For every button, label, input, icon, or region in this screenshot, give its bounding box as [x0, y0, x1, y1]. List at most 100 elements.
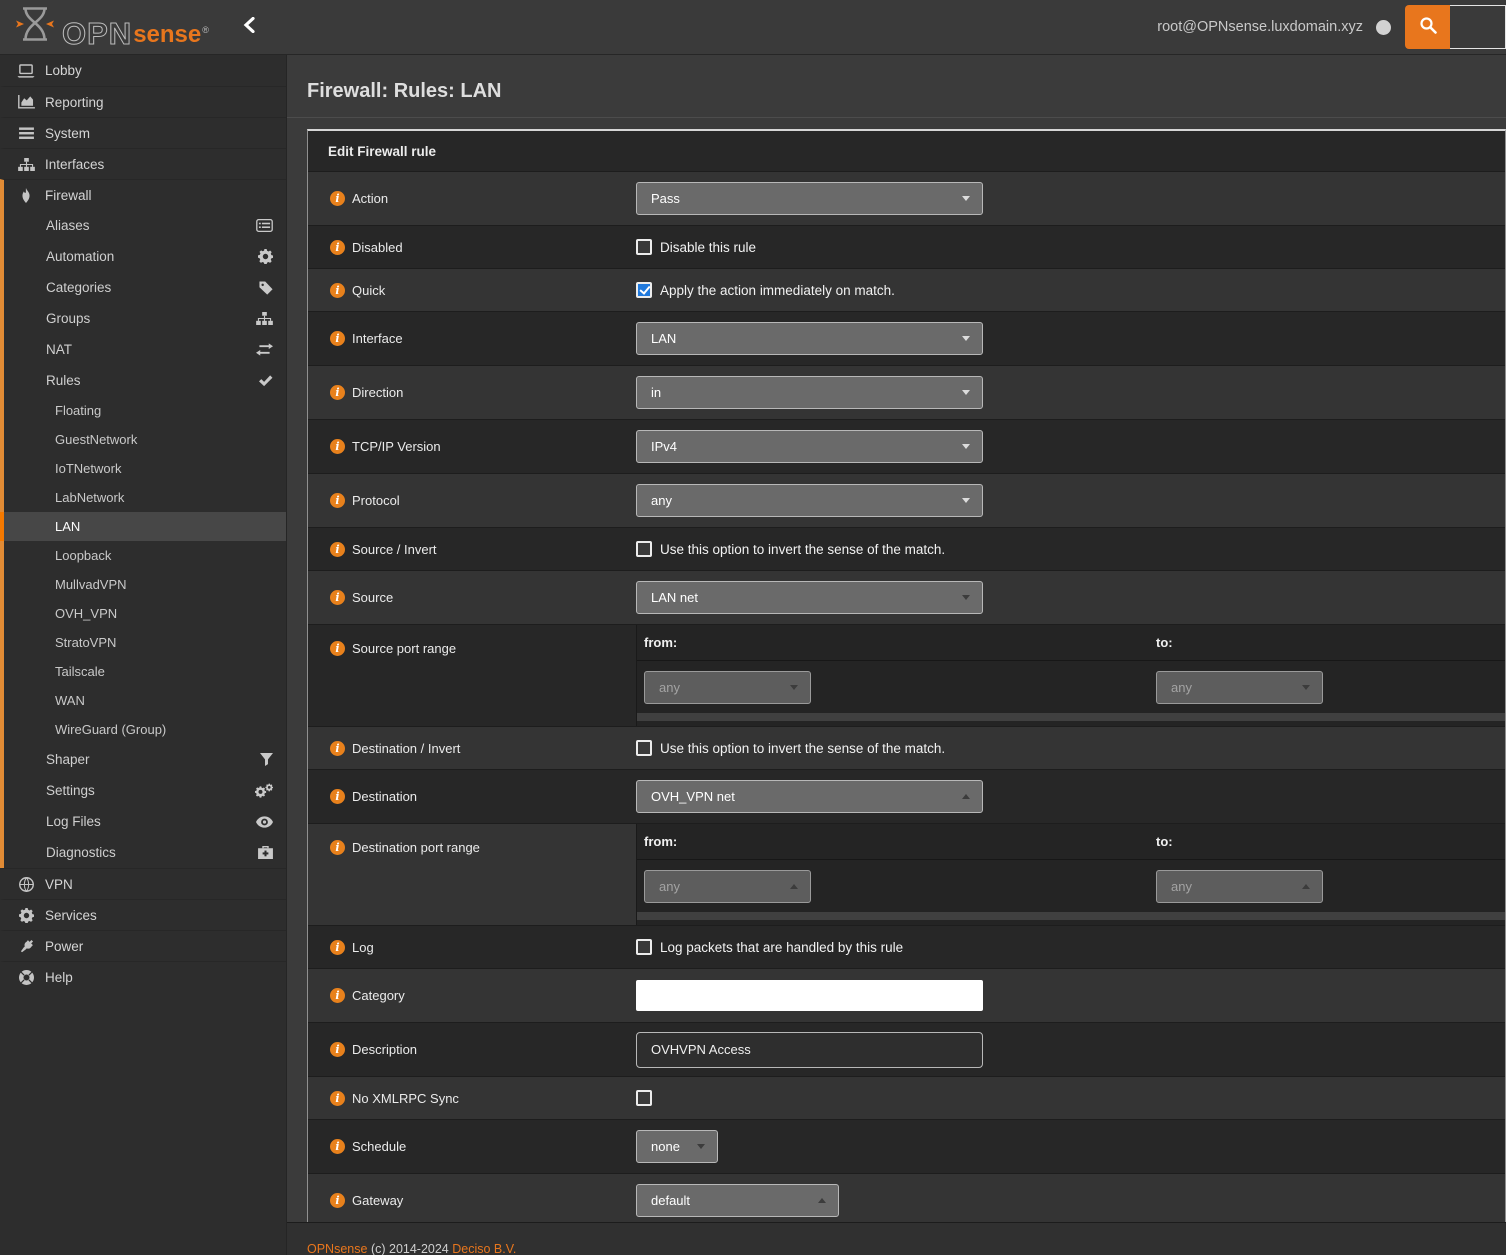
info-icon[interactable]	[330, 191, 345, 206]
sidebar-item-guestnetwork[interactable]: GuestNetwork	[0, 425, 286, 454]
info-icon[interactable]	[330, 590, 345, 605]
sidebar-item-label: Diagnostics	[46, 845, 116, 860]
sidebar-item-mullvadvpn[interactable]: MullvadVPN	[0, 570, 286, 599]
info-icon[interactable]	[330, 385, 345, 400]
no-xmlrpc-checkbox[interactable]	[636, 1090, 652, 1106]
sidebar-item-interfaces[interactable]: Interfaces	[0, 148, 286, 179]
exchange-icon	[256, 343, 273, 356]
source-port-table: from: to: any any	[636, 625, 1505, 726]
sidebar-item-power[interactable]: Power	[0, 930, 286, 961]
sidebar-item-label: Help	[45, 970, 73, 985]
sidebar-item-lobby[interactable]: Lobby	[0, 55, 286, 86]
info-icon[interactable]	[330, 789, 345, 804]
logged-in-user[interactable]: root@OPNsense.luxdomain.xyz	[1157, 19, 1363, 35]
sidebar-item-firewall[interactable]: Firewall	[0, 179, 286, 210]
chevron-down-icon	[962, 390, 970, 395]
sidebar-item-system[interactable]: System	[0, 117, 286, 148]
destination-invert-checkbox[interactable]	[636, 740, 652, 756]
info-icon[interactable]	[330, 940, 345, 955]
source-select[interactable]: LAN net	[636, 581, 983, 614]
chevron-down-icon	[697, 1144, 705, 1149]
description-input[interactable]	[636, 1032, 983, 1068]
chevron-down-icon	[962, 498, 970, 503]
form-row-source-port-range: Source port range from: to: any any	[308, 625, 1505, 727]
opnsense-footer-link[interactable]: OPNsense	[307, 1242, 367, 1255]
sidebar-item-ovh-vpn[interactable]: OVH_VPN	[0, 599, 286, 628]
sidebar-item-shaper[interactable]: Shaper	[0, 744, 286, 775]
info-icon[interactable]	[330, 741, 345, 756]
opnsense-logo[interactable]: OPNsense®	[0, 6, 209, 49]
sidebar-item-categories[interactable]: Categories	[0, 272, 286, 303]
horizontal-scrollbar[interactable]	[637, 912, 1505, 920]
direction-select[interactable]: in	[636, 376, 983, 409]
interface-select[interactable]: LAN	[636, 322, 983, 355]
search-button[interactable]	[1405, 5, 1450, 49]
schedule-select[interactable]: none	[636, 1130, 718, 1163]
info-icon[interactable]	[330, 1091, 345, 1106]
sidebar-item-diagnostics[interactable]: Diagnostics	[0, 837, 286, 868]
sidebar-item-groups[interactable]: Groups	[0, 303, 286, 334]
sidebar-item-reporting[interactable]: Reporting	[0, 86, 286, 117]
sidebar-item-help[interactable]: Help	[0, 961, 286, 992]
sidebar-item-stratovpn[interactable]: StratoVPN	[0, 628, 286, 657]
sidebar-item-wan[interactable]: WAN	[0, 686, 286, 715]
info-icon[interactable]	[330, 331, 345, 346]
sidebar-item-floating[interactable]: Floating	[0, 396, 286, 425]
sidebar-item-nat[interactable]: NAT	[0, 334, 286, 365]
destination-port-from-select[interactable]: any	[644, 870, 811, 903]
category-input[interactable]	[636, 980, 983, 1011]
action-select[interactable]: Pass	[636, 182, 983, 215]
fire-icon	[16, 188, 36, 203]
gateway-select[interactable]: default	[636, 1184, 839, 1217]
info-icon[interactable]	[330, 1139, 345, 1154]
disabled-checkbox[interactable]	[636, 239, 652, 255]
sidebar-item-wireguard-group[interactable]: WireGuard (Group)	[0, 715, 286, 744]
sidebar-item-iotnetwork[interactable]: IoTNetwork	[0, 454, 286, 483]
horizontal-scrollbar[interactable]	[637, 713, 1505, 721]
info-icon[interactable]	[330, 641, 345, 656]
protocol-select[interactable]: any	[636, 484, 983, 517]
quick-checkbox[interactable]	[636, 282, 652, 298]
sidebar-item-aliases[interactable]: Aliases	[0, 210, 286, 241]
sidebar-item-rules[interactable]: Rules	[0, 365, 286, 396]
sidebar-item-label: Automation	[46, 249, 114, 264]
status-dot[interactable]	[1376, 20, 1391, 35]
sidebar: Lobby Reporting SystemInterfacesFirewallAl…	[0, 55, 287, 1255]
info-icon[interactable]	[330, 439, 345, 454]
sidebar-item-settings[interactable]: Settings	[0, 775, 286, 806]
deciso-footer-link[interactable]: Deciso B.V.	[452, 1242, 516, 1255]
sidebar-item-vpn[interactable]: VPN	[0, 868, 286, 899]
sidebar-item-lan[interactable]: LAN	[0, 512, 286, 541]
sidebar-item-log-files[interactable]: Log Files	[0, 806, 286, 837]
info-icon[interactable]	[330, 840, 345, 855]
info-icon[interactable]	[330, 988, 345, 1003]
field-label: Source port range	[352, 641, 456, 656]
chevron-down-icon	[962, 196, 970, 201]
info-icon[interactable]	[330, 542, 345, 557]
info-icon[interactable]	[330, 1193, 345, 1208]
sidebar-item-services[interactable]: Services	[0, 899, 286, 930]
page-title: Firewall: Rules: LAN	[287, 55, 1506, 118]
sidebar-item-labnetwork[interactable]: LabNetwork	[0, 483, 286, 512]
source-invert-checkbox[interactable]	[636, 541, 652, 557]
filter-icon	[260, 753, 273, 766]
info-icon[interactable]	[330, 493, 345, 508]
source-port-to-select[interactable]: any	[1156, 671, 1323, 704]
source-port-from-select[interactable]: any	[644, 671, 811, 704]
sidebar-item-loopback[interactable]: Loopback	[0, 541, 286, 570]
sidebar-item-label: Reporting	[45, 95, 104, 110]
sidebar-item-automation[interactable]: Automation	[0, 241, 286, 272]
log-checkbox[interactable]	[636, 939, 652, 955]
info-icon[interactable]	[330, 240, 345, 255]
chevron-left-icon	[243, 17, 255, 38]
top-bar: OPNsense® root@OPNsense.luxdomain.xyz	[0, 0, 1506, 55]
info-icon[interactable]	[330, 283, 345, 298]
sidebar-item-tailscale[interactable]: Tailscale	[0, 657, 286, 686]
medkit-icon	[258, 846, 273, 859]
destination-select[interactable]: OVH_VPN net	[636, 780, 983, 813]
destination-port-to-select[interactable]: any	[1156, 870, 1323, 903]
sidebar-collapse-button[interactable]	[243, 17, 255, 38]
ipversion-select[interactable]: IPv4	[636, 430, 983, 463]
search-input[interactable]	[1450, 5, 1506, 49]
info-icon[interactable]	[330, 1042, 345, 1057]
